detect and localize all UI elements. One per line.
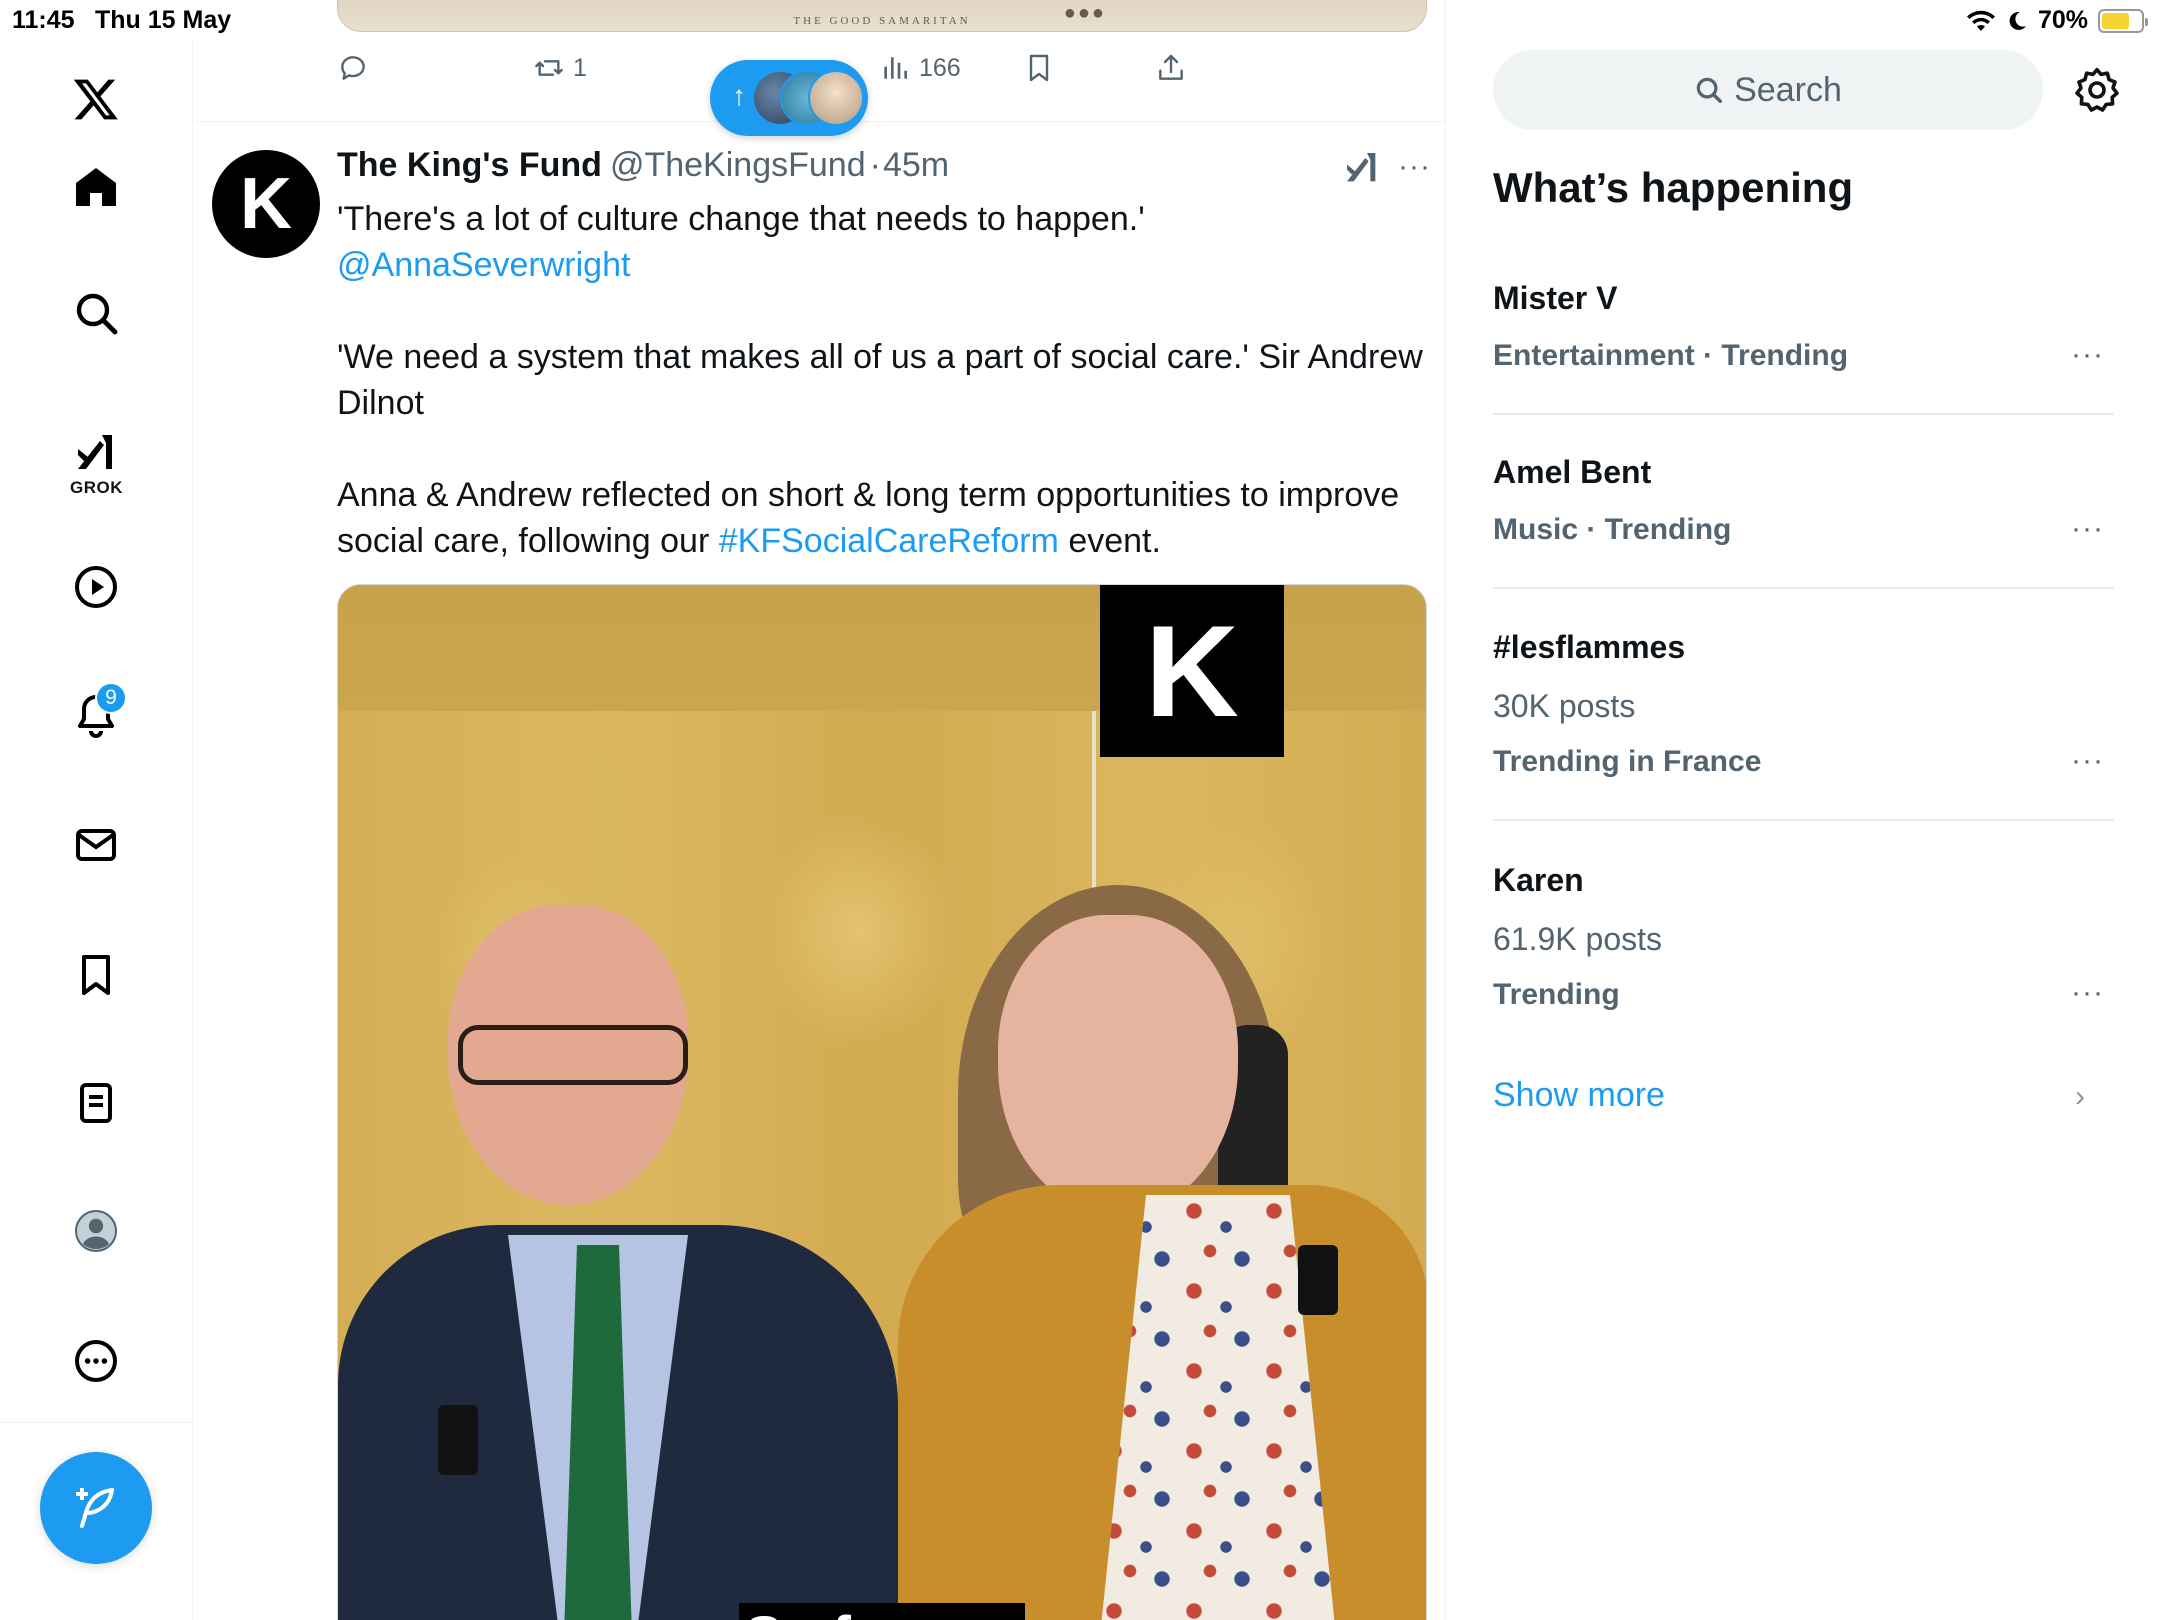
lists-icon[interactable] bbox=[63, 1070, 129, 1136]
views-chart-icon bbox=[884, 57, 907, 79]
media-pagination-dots: ●●● bbox=[1063, 2, 1106, 24]
share-icon bbox=[1159, 54, 1183, 80]
arrow-up-icon: ↑ bbox=[732, 80, 746, 111]
video-kings-fund-logo: K bbox=[1100, 585, 1284, 757]
search-icon bbox=[1696, 77, 1723, 103]
retweet-icon bbox=[535, 60, 563, 76]
tweet-line-2: 'We need a system that makes all of us a… bbox=[337, 338, 1423, 422]
tweet-line-1: 'There's a lot of culture change that ne… bbox=[337, 200, 1145, 238]
home-icon[interactable] bbox=[63, 154, 129, 220]
grok-icon[interactable] bbox=[63, 420, 129, 486]
reply-button[interactable] bbox=[337, 52, 369, 84]
x-logo-icon[interactable] bbox=[63, 66, 129, 132]
retweet-count: 1 bbox=[573, 53, 587, 82]
whats-happening-title: What’s happening bbox=[1493, 164, 1854, 211]
notifications-bell-icon[interactable]: 9 bbox=[63, 682, 129, 748]
grok-explain-icon[interactable] bbox=[1342, 148, 1382, 188]
views-button[interactable]: 166 bbox=[879, 52, 961, 84]
trend-meta: Trending bbox=[1493, 978, 1620, 1011]
messages-mail-icon[interactable] bbox=[63, 812, 129, 878]
tweet-text: 'There's a lot of culture change that ne… bbox=[337, 196, 1432, 564]
timeline: THE GOOD SAMARITAN ●●● 1 166 K The King'… bbox=[194, 0, 1446, 1620]
tweet-mention-link[interactable]: @AnnaSeverwright bbox=[337, 246, 630, 284]
trend-meta: Music · Trending bbox=[1493, 513, 1732, 546]
trend-item[interactable]: Karen 61.9K posts Trending bbox=[1493, 862, 2114, 1012]
trend-meta: Trending in France bbox=[1493, 745, 1762, 778]
tweet-author-name[interactable]: The King's Fund bbox=[337, 146, 602, 184]
tweet-video[interactable]: K So for me, bbox=[337, 584, 1427, 1620]
trend-more-icon[interactable]: ··· bbox=[2071, 744, 2104, 778]
trend-item[interactable]: Amel Bent Music · Trending bbox=[1493, 454, 2114, 547]
status-time: 11:45 bbox=[12, 6, 75, 34]
retweet-button[interactable]: 1 bbox=[533, 52, 587, 84]
trend-title: Amel Bent bbox=[1493, 454, 1652, 490]
trend-title: Mister V bbox=[1493, 280, 1618, 316]
tweet-author-avatar[interactable]: K bbox=[212, 150, 320, 258]
trend-divider bbox=[1493, 413, 2114, 415]
grok-label: GROK bbox=[70, 478, 123, 497]
profile-avatar-icon[interactable] bbox=[63, 1198, 129, 1264]
video-subtitle: So for me, bbox=[338, 1603, 1426, 1620]
video-lapel-mic bbox=[1298, 1245, 1338, 1315]
trend-divider bbox=[1493, 819, 2114, 821]
previous-post-actions: 1 166 bbox=[337, 52, 1427, 96]
more-options-icon[interactable] bbox=[63, 1328, 129, 1394]
tweet-hashtag-link[interactable]: #KFSocialCareReform bbox=[719, 522, 1059, 560]
tweet-header: The King's Fund @TheKingsFund ·45m bbox=[337, 146, 949, 185]
trend-divider bbox=[1493, 587, 2114, 589]
compose-feather-icon bbox=[76, 1488, 114, 1528]
tweet-author-handle[interactable]: @TheKingsFund bbox=[610, 146, 866, 184]
tweet-line-3: Anna & Andrew reflected on short & long … bbox=[337, 472, 1432, 564]
video-person-face bbox=[998, 915, 1238, 1215]
previous-media-caption: THE GOOD SAMARITAN bbox=[793, 15, 971, 27]
trend-more-icon[interactable]: ··· bbox=[2071, 338, 2104, 372]
views-count: 166 bbox=[919, 53, 961, 82]
nav-divider bbox=[0, 1422, 193, 1423]
trend-more-icon[interactable]: ··· bbox=[2071, 512, 2104, 546]
new-post-avatar bbox=[808, 70, 864, 126]
video-lapel-mic bbox=[438, 1405, 478, 1475]
show-more-link[interactable]: Show more bbox=[1493, 1076, 1665, 1115]
new-posts-pill[interactable]: ↑ bbox=[710, 60, 868, 136]
trend-title: #lesflammes bbox=[1493, 629, 1686, 665]
right-sidebar: Search What’s happening Mister V Enterta… bbox=[1447, 0, 2160, 1620]
trend-more-icon[interactable]: ··· bbox=[2071, 976, 2104, 1010]
left-nav: GROK 9 bbox=[0, 40, 193, 1620]
search-placeholder: Search bbox=[1734, 70, 1842, 109]
trend-post-count: 30K posts bbox=[1493, 688, 1636, 724]
share-button[interactable] bbox=[1155, 52, 1187, 84]
chevron-right-icon: › bbox=[2075, 1080, 2085, 1113]
tweet-line-3-end: event. bbox=[1058, 522, 1161, 560]
previous-post-media[interactable]: THE GOOD SAMARITAN ●●● bbox=[337, 0, 1427, 32]
trend-post-count: 61.9K posts bbox=[1493, 921, 1662, 957]
trend-item[interactable]: Mister V Entertainment · Trending bbox=[1493, 280, 2114, 373]
tweet-separator: · bbox=[869, 146, 881, 184]
search-bar[interactable]: Search bbox=[1493, 50, 2043, 130]
tweet-more-icon[interactable]: ··· bbox=[1398, 150, 1431, 184]
video-play-icon[interactable] bbox=[63, 554, 129, 620]
search-icon[interactable] bbox=[63, 280, 129, 346]
bookmark-icon bbox=[1029, 54, 1049, 82]
bookmark-button[interactable] bbox=[1023, 52, 1055, 84]
reply-icon bbox=[341, 56, 365, 80]
video-subtitle-text: So for me, bbox=[739, 1603, 1025, 1620]
settings-gear-icon[interactable] bbox=[2073, 66, 2121, 114]
trend-item[interactable]: #lesflammes 30K posts Trending in France bbox=[1493, 629, 2114, 779]
bookmarks-icon[interactable] bbox=[63, 942, 129, 1008]
notifications-badge: 9 bbox=[95, 682, 127, 714]
trend-title: Karen bbox=[1493, 862, 1584, 898]
trend-meta: Entertainment · Trending bbox=[1493, 339, 1849, 372]
compose-post-button[interactable] bbox=[40, 1452, 152, 1564]
tweet-time[interactable]: 45m bbox=[883, 146, 949, 184]
video-man-glasses bbox=[458, 1025, 688, 1085]
